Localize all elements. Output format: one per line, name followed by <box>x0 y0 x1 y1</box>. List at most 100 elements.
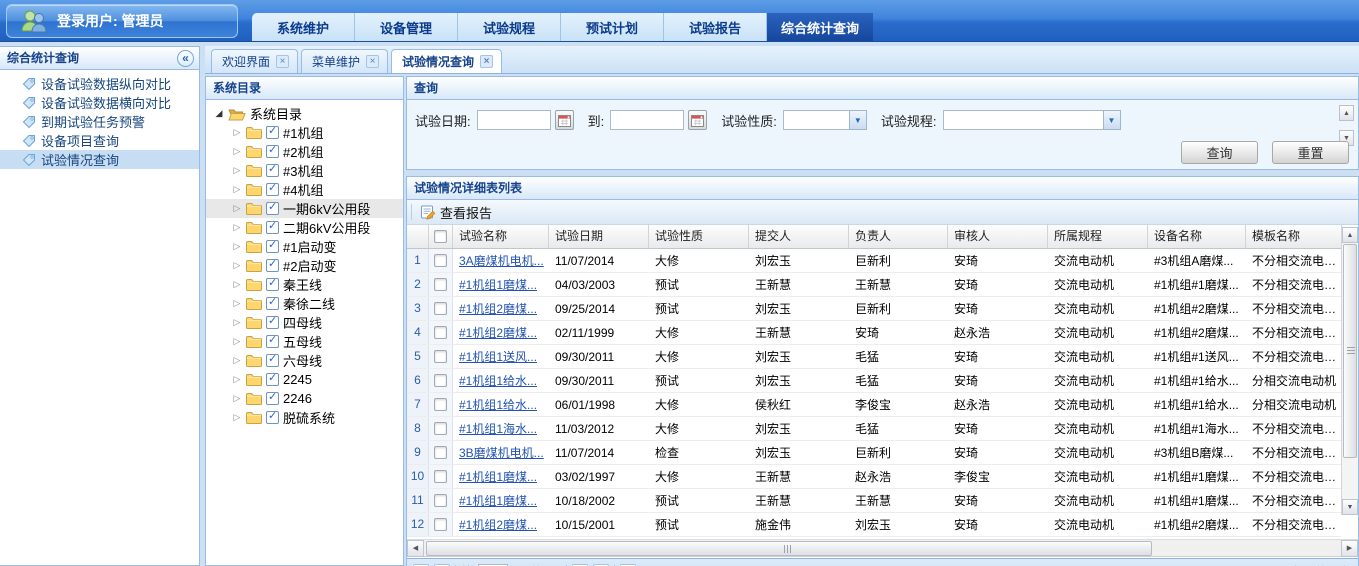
table-row[interactable]: 12 #1机组2磨煤... 10/15/2001 预试 施金伟 刘宏玉 安琦 交… <box>407 513 1341 537</box>
test-name-link[interactable]: #1机组2磨煤... <box>459 326 537 340</box>
nav-tab[interactable]: 综合统计查询 <box>767 13 873 41</box>
date-to-input[interactable] <box>610 110 684 130</box>
tree-node[interactable]: ▷ ✓ 五母线 <box>206 332 403 351</box>
table-row[interactable]: 4 #1机组2磨煤... 02/11/1999 大修 王新慧 安琦 赵永浩 交流… <box>407 321 1341 345</box>
nature-select-value[interactable] <box>783 110 849 130</box>
column-header[interactable]: 提交人 <box>749 225 849 248</box>
vertical-scrollbar[interactable]: ▲ ▼ <box>1341 227 1358 515</box>
tree-node[interactable]: ▷ ✓ #1启动变 <box>206 237 403 256</box>
row-checkbox[interactable] <box>434 254 447 267</box>
node-checkbox[interactable]: ✓ <box>266 335 279 348</box>
document-tab[interactable]: 欢迎界面 × <box>211 49 298 73</box>
search-button[interactable]: 查询 <box>1181 141 1258 164</box>
close-tab-icon[interactable]: × <box>276 55 289 68</box>
nav-tab[interactable]: 设备管理 <box>355 13 458 41</box>
column-header[interactable]: 负责人 <box>849 225 948 248</box>
expand-icon[interactable]: ▷ <box>232 412 242 423</box>
expand-icon[interactable]: ▷ <box>232 317 242 328</box>
tree-node[interactable]: ▷ ✓ 六母线 <box>206 351 403 370</box>
node-checkbox[interactable]: ✓ <box>266 259 279 272</box>
tree-node[interactable]: ▷ ✓ 2245 <box>206 370 403 389</box>
sidebar-item[interactable]: 到期试验任务预警 <box>0 112 199 131</box>
chevron-down-icon[interactable]: ▼ <box>849 110 867 130</box>
expand-icon[interactable]: ▷ <box>232 165 242 176</box>
expand-icon[interactable]: ▷ <box>232 336 242 347</box>
column-header[interactable]: 试验日期 <box>549 225 649 248</box>
expand-icon[interactable]: ▷ <box>232 146 242 157</box>
regulation-select[interactable]: ▼ <box>943 110 1121 130</box>
document-tab[interactable]: 试验情况查询 × <box>391 49 502 73</box>
node-checkbox[interactable]: ✓ <box>266 202 279 215</box>
table-row[interactable]: 3 #1机组2磨煤... 09/25/2014 预试 刘宏玉 巨新利 安琦 交流… <box>407 297 1341 321</box>
tree-node[interactable]: ▷ ✓ #4机组 <box>206 180 403 199</box>
expand-icon[interactable]: ▷ <box>232 222 242 233</box>
expand-icon[interactable]: ▷ <box>232 184 242 195</box>
node-checkbox[interactable]: ✓ <box>266 297 279 310</box>
scroll-right-icon[interactable]: ▶ <box>1341 540 1358 557</box>
test-name-link[interactable]: #1机组1给水... <box>459 398 537 412</box>
table-row[interactable]: 10 #1机组1磨煤... 03/02/1997 大修 王新慧 赵永浩 李俊宝 … <box>407 465 1341 489</box>
tree-node[interactable]: ▷ ✓ 脱硫系统 <box>206 408 403 427</box>
document-tab[interactable]: 菜单维护 × <box>301 49 388 73</box>
node-checkbox[interactable]: ✓ <box>266 240 279 253</box>
table-row[interactable]: 7 #1机组1给水... 06/01/1998 大修 侯秋红 李俊宝 赵永浩 交… <box>407 393 1341 417</box>
tree-node[interactable]: ▷ ✓ 2246 <box>206 389 403 408</box>
calendar-icon[interactable] <box>555 110 574 130</box>
nav-tab[interactable]: 系统维护 <box>252 13 355 41</box>
node-checkbox[interactable]: ✓ <box>266 373 279 386</box>
node-checkbox[interactable]: ✓ <box>266 354 279 367</box>
vertical-scroll-thumb[interactable] <box>1343 244 1357 458</box>
column-header[interactable]: 试验名称 <box>453 225 549 248</box>
expand-icon[interactable]: ▷ <box>232 298 242 309</box>
scroll-down-icon[interactable]: ▼ <box>1342 499 1358 515</box>
expand-icon[interactable]: ▷ <box>232 355 242 366</box>
node-checkbox[interactable]: ✓ <box>266 126 279 139</box>
horizontal-scrollbar[interactable]: ◀ ▶ <box>407 539 1358 557</box>
column-header[interactable]: 试验性质 <box>649 225 749 248</box>
expand-icon[interactable]: ▷ <box>232 279 242 290</box>
close-tab-icon[interactable]: × <box>480 55 493 68</box>
nav-tab[interactable]: 试验规程 <box>458 13 561 41</box>
node-checkbox[interactable]: ✓ <box>266 221 279 234</box>
column-header[interactable]: 所属规程 <box>1048 225 1148 248</box>
test-name-link[interactable]: #1机组1送风... <box>459 350 537 364</box>
tree-node[interactable]: ▷ ✓ #3机组 <box>206 161 403 180</box>
tree-node[interactable]: ▷ ✓ 二期6kV公用段 <box>206 218 403 237</box>
expand-collapse-icon[interactable]: ◢ <box>214 108 224 119</box>
node-checkbox[interactable]: ✓ <box>266 411 279 424</box>
horizontal-scroll-thumb[interactable] <box>426 541 1152 556</box>
table-row[interactable]: 9 3B磨煤机电机... 11/07/2014 检查 刘宏玉 巨新利 安琦 交流… <box>407 441 1341 465</box>
tree-node[interactable]: ▷ ✓ 秦王线 <box>206 275 403 294</box>
regulation-select-value[interactable] <box>943 110 1103 130</box>
table-row[interactable]: 8 #1机组1海水... 11/03/2012 大修 刘宏玉 毛猛 安琦 交流电… <box>407 417 1341 441</box>
row-checkbox[interactable] <box>434 518 447 531</box>
sidebar-item[interactable]: 设备试验数据横向对比 <box>0 93 199 112</box>
expand-icon[interactable]: ▷ <box>232 241 242 252</box>
scroll-up-icon[interactable]: ▲ <box>1342 227 1358 243</box>
row-checkbox[interactable] <box>434 302 447 315</box>
date-from-input[interactable] <box>477 110 551 130</box>
tree-node[interactable]: ▷ ✓ #1机组 <box>206 123 403 142</box>
expand-icon[interactable]: ▷ <box>232 374 242 385</box>
node-checkbox[interactable]: ✓ <box>266 145 279 158</box>
table-row[interactable]: 2 #1机组1磨煤... 04/03/2003 预试 王新慧 王新慧 安琦 交流… <box>407 273 1341 297</box>
row-checkbox[interactable] <box>434 422 447 435</box>
row-checkbox[interactable] <box>434 446 447 459</box>
row-checkbox[interactable] <box>434 470 447 483</box>
test-name-link[interactable]: #1机组1给水... <box>459 374 537 388</box>
node-checkbox[interactable]: ✓ <box>266 183 279 196</box>
row-checkbox[interactable] <box>434 374 447 387</box>
table-row[interactable]: 11 #1机组1磨煤... 10/18/2002 预试 王新慧 王新慧 安琦 交… <box>407 489 1341 513</box>
expand-icon[interactable]: ▷ <box>232 393 242 404</box>
chevron-down-icon[interactable]: ▼ <box>1103 110 1121 130</box>
reset-button[interactable]: 重置 <box>1272 141 1349 164</box>
nature-select[interactable]: ▼ <box>783 110 867 130</box>
row-checkbox[interactable] <box>434 278 447 291</box>
nav-tab[interactable]: 试验报告 <box>664 13 767 41</box>
node-checkbox[interactable]: ✓ <box>266 164 279 177</box>
scroll-left-icon[interactable]: ◀ <box>407 540 424 557</box>
scroll-up-icon[interactable]: ▲ <box>1339 105 1354 121</box>
test-name-link[interactable]: #1机组2磨煤... <box>459 302 537 316</box>
expand-icon[interactable]: ▷ <box>232 203 242 214</box>
nav-tab[interactable]: 预试计划 <box>561 13 664 41</box>
